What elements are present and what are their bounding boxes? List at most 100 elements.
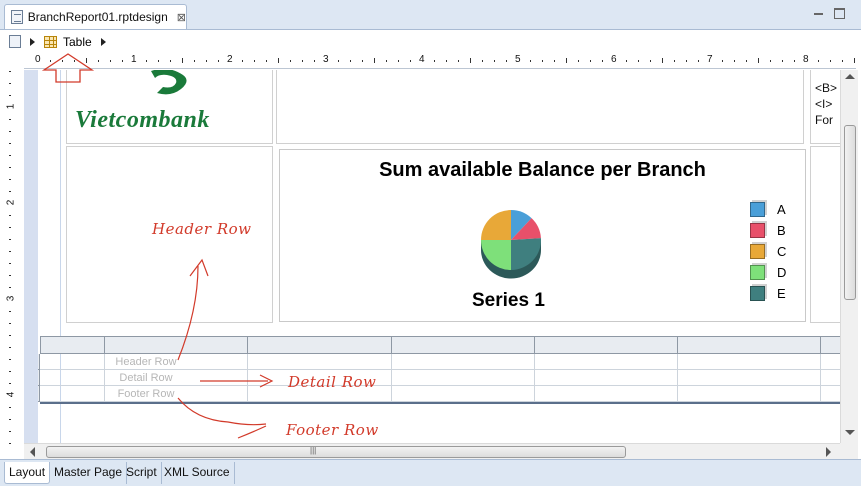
ruler-tick [278,58,279,63]
ruler-tick [350,60,351,62]
breadcrumb: Table [0,31,861,52]
ruler-tick [9,83,11,84]
ruler-tick-label: 5 [515,54,521,65]
annotation-arrow-up-icon [41,53,95,83]
ruler-tick [9,419,11,420]
ruler-tick-label: 4 [419,54,425,65]
ruler-tick [9,443,11,444]
ruler-tick [9,239,11,240]
scroll-up-icon[interactable] [845,74,855,79]
scrollbar-corner [840,443,858,459]
ruler-tick [626,60,627,62]
ruler-tick [170,60,171,62]
ruler-tick [146,60,147,62]
ruler-tick [9,179,11,180]
ruler-tick [842,60,843,62]
ruler-tick [266,60,267,62]
ruler-tick [9,191,11,192]
ruler-tick [794,60,795,62]
ruler-tick [254,60,255,62]
ruler-tick-label: 7 [707,54,713,65]
tab-master-page[interactable]: Master Page [50,462,128,484]
ruler-tick-label: 2 [227,54,233,65]
report-designer: BranchReport01.rptdesign ⊠ Table 0123456… [0,0,861,486]
ruler-tick [470,58,471,63]
chevron-right-icon[interactable] [30,37,35,46]
ruler-tick-label: 3 [5,295,17,302]
ruler-tick [578,60,579,62]
ruler-tick [746,60,747,62]
ruler-tick [9,275,11,276]
ruler-tick [9,383,11,384]
ruler-tick [542,60,543,62]
vertical-scroll-thumb[interactable] [844,125,856,300]
ruler-tick [410,60,411,62]
ruler-tick [770,60,771,62]
ruler-tick [9,167,11,168]
ruler-tick [9,119,11,120]
ruler-tick [506,60,507,62]
ruler-tick [242,60,243,62]
ruler-tick [9,131,11,132]
ruler-tick [686,60,687,62]
breadcrumb-table[interactable]: Table [63,35,92,49]
ruler-tick-label: 1 [5,103,17,110]
ruler-tick [458,60,459,62]
ruler-tick-label: 1 [131,54,137,65]
annotation-arrows [177,258,274,439]
editor-tab-bar: BranchReport01.rptdesign ⊠ [0,0,861,30]
ruler-tick [9,431,11,432]
ruler-tick [314,60,315,62]
ruler-tick [9,155,11,156]
ruler-tick [554,60,555,62]
ruler-tick [9,227,11,228]
ruler-tick-label: 6 [611,54,617,65]
ruler-tick [734,60,735,62]
ruler-tick [9,143,11,144]
ruler-tick [602,60,603,62]
report-root-icon[interactable] [9,35,21,48]
ruler-tick [9,335,11,336]
chevron-right-icon[interactable] [100,37,106,46]
tab-script[interactable]: Script [122,462,162,484]
ruler-tick [662,58,663,63]
ruler-tick [446,60,447,62]
tab-xml-source[interactable]: XML Source [160,462,235,484]
horizontal-scrollbar[interactable]: ||| [24,443,840,459]
ruler-tick [9,371,11,372]
ruler-tick [9,215,11,216]
editor-tab[interactable]: BranchReport01.rptdesign ⊠ [4,4,187,29]
report-file-icon [11,10,23,24]
ruler-tick [758,58,759,63]
ruler-tick [830,60,831,62]
minimize-icon[interactable] [813,8,825,20]
ruler-tick [434,60,435,62]
ruler-tick [194,60,195,62]
ruler-tick [494,60,495,62]
ruler-tick [782,60,783,62]
ruler-tick [110,60,111,62]
ruler-tick [854,58,855,63]
close-icon[interactable]: ⊠ [177,11,186,24]
ruler-tick [530,60,531,62]
ruler-tick [218,60,219,62]
layout-canvas[interactable]: Vietcombank <B> <I> For Sum available Ba… [38,70,840,443]
vertical-ruler: 1 2 3 4 [0,70,24,444]
maximize-icon[interactable] [834,8,845,19]
scroll-right-icon[interactable] [826,447,831,457]
horizontal-scroll-thumb[interactable] [46,446,626,458]
ruler-tick [9,359,11,360]
ruler-corner [0,53,24,69]
ruler-tick [9,263,11,264]
tab-layout[interactable]: Layout [4,462,51,484]
ruler-tick-label: 8 [803,54,809,65]
scroll-left-icon[interactable] [30,447,35,457]
ruler-tick [9,407,11,408]
scroll-grip-icon: ||| [310,446,317,455]
horizontal-ruler: 012345678 [24,53,856,69]
ruler-tick [650,60,651,62]
ruler-tick [182,58,183,63]
ruler-tick [398,60,399,62]
vertical-scrollbar[interactable] [840,70,858,443]
scroll-down-icon[interactable] [845,430,855,435]
